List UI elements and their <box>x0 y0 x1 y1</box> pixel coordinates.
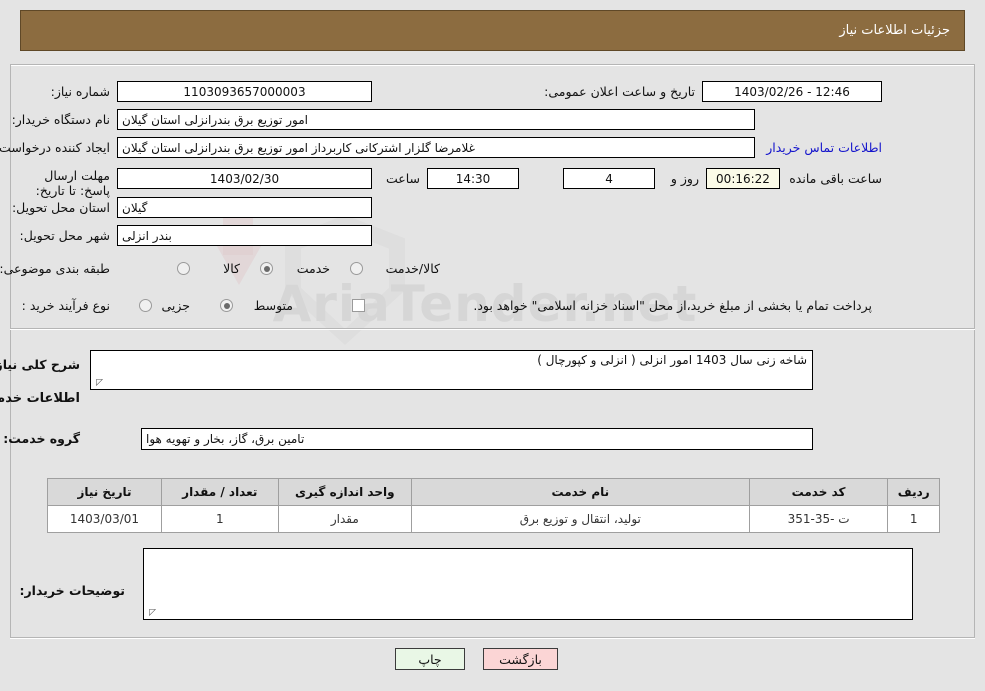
deadline-remaining-label: ساعت باقی مانده <box>789 171 882 186</box>
radio-category-kala-khedmat[interactable] <box>350 262 363 275</box>
process-label: نوع فرآیند خرید : <box>21 298 110 313</box>
radio-category-kala-khedmat-label: کالا/خدمت <box>385 261 440 276</box>
service-group-value: تامین برق، گاز، بخار و تهویه هوا <box>141 428 813 450</box>
need-number-label: شماره نیاز: <box>50 84 110 99</box>
col-unit: واحد اندازه گیری <box>277 478 412 506</box>
radio-process-jozei[interactable] <box>139 299 152 312</box>
city-label: شهر محل تحویل: <box>19 228 110 243</box>
col-row-no: ردیف <box>887 478 940 506</box>
cell-row-no: 1 <box>887 505 940 533</box>
deadline-time-value: 14:30 <box>427 168 519 189</box>
need-number-value: 1103093657000003 <box>117 81 372 102</box>
services-section-title: اطلاعات خدمات مورد نیاز <box>0 391 80 406</box>
back-button[interactable]: بازگشت <box>483 648 558 670</box>
general-desc-value: شاخه زنی سال 1403 امور انزلی ( انزلی و ک… <box>537 353 807 367</box>
col-need-date: تاریخ نیاز <box>47 478 162 506</box>
province-label: استان محل تحویل: <box>11 200 110 215</box>
treasury-bond-note: پرداخت تمام یا بخشی از مبلغ خرید،از محل … <box>473 298 872 313</box>
cell-need-date: 1403/03/01 <box>47 505 162 533</box>
col-quantity: تعداد / مقدار <box>160 478 279 506</box>
deadline-countdown-value: 00:16:22 <box>706 168 780 189</box>
announce-date-label: تاریخ و ساعت اعلان عمومی: <box>544 84 695 99</box>
divider-bottom <box>10 637 975 639</box>
general-desc-textarea[interactable]: شاخه زنی سال 1403 امور انزلی ( انزلی و ک… <box>90 350 813 390</box>
services-table: ردیف کد خدمت نام خدمت واحد اندازه گیری ت… <box>47 478 940 533</box>
general-desc-label: شرح کلی نیاز: <box>0 357 80 372</box>
cell-quantity: 1 <box>160 505 279 533</box>
page-root: AriaTender.net جزئیات اطلاعات نیاز شماره… <box>0 0 985 691</box>
col-service-code: کد خدمت <box>748 478 889 506</box>
buyer-contact-link[interactable]: اطلاعات تماس خریدار <box>766 140 882 155</box>
cell-service-name: تولید، انتقال و توزیع برق <box>410 505 750 533</box>
buyer-org-value: امور توزیع برق بندرانزلی استان گیلان <box>117 109 755 130</box>
panel-border-right-bottom <box>974 330 975 637</box>
panel-border-left-bottom <box>10 330 11 637</box>
buyer-comments-textarea[interactable]: ◸ <box>143 548 913 620</box>
radio-category-khedmat[interactable] <box>260 262 273 275</box>
col-service-name: نام خدمت <box>410 478 750 506</box>
deadline-days-value: 4 <box>563 168 655 189</box>
divider-middle <box>10 328 975 330</box>
table-row: 1 ت -35-351 تولید، انتقال و توزیع برق مق… <box>47 505 940 533</box>
deadline-label: مهلت ارسال پاسخ: تا تاریخ: <box>35 168 110 198</box>
table-header-row: ردیف کد خدمت نام خدمت واحد اندازه گیری ت… <box>47 478 940 506</box>
deadline-date-value: 1403/02/30 <box>117 168 372 189</box>
deadline-hour-label: ساعت <box>385 171 420 186</box>
cell-service-code: ت -35-351 <box>748 505 889 533</box>
category-label: طبقه بندی موضوعی: <box>0 261 110 276</box>
radio-process-jozei-label: جزیی <box>161 298 190 313</box>
announce-date-value: 12:46 - 1403/02/26 <box>702 81 882 102</box>
requester-label: ایجاد کننده درخواست: <box>0 140 110 155</box>
panel-border-left-top <box>10 64 11 329</box>
resize-grip-icon[interactable]: ◸ <box>93 378 103 388</box>
buyer-org-label: نام دستگاه خریدار: <box>11 112 110 127</box>
province-value: گیلان <box>117 197 372 218</box>
deadline-days-label: روز و <box>670 171 699 186</box>
radio-category-kala[interactable] <box>177 262 190 275</box>
panel-border-right-top <box>974 64 975 329</box>
radio-process-motavaset-label: متوسط <box>253 298 293 313</box>
radio-process-motavaset[interactable] <box>220 299 233 312</box>
city-value: بندر انزلی <box>117 225 372 246</box>
divider-top <box>10 64 975 66</box>
resize-grip-icon-2[interactable]: ◸ <box>146 608 156 618</box>
requester-value: غلامرضا گلزار اشترکانی کاربرداز امور توز… <box>117 137 755 158</box>
treasury-bond-checkbox[interactable] <box>352 299 365 312</box>
buyer-comments-label: توضیحات خریدار: <box>19 583 125 598</box>
print-button[interactable]: چاپ <box>395 648 465 670</box>
page-title: جزئیات اطلاعات نیاز <box>839 23 950 38</box>
cell-unit: مقدار <box>277 505 412 533</box>
window-title-bar: جزئیات اطلاعات نیاز <box>20 10 965 51</box>
radio-category-kala-label: کالا <box>223 261 240 276</box>
service-group-label: گروه خدمت: <box>3 431 80 446</box>
radio-category-khedmat-label: خدمت <box>296 261 330 276</box>
